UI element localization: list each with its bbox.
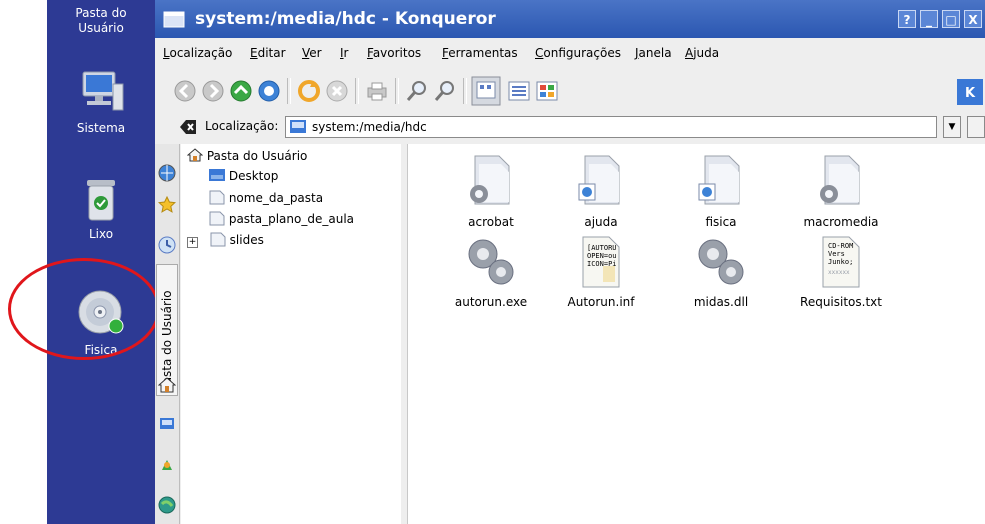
- svg-text:K: K: [965, 86, 976, 101]
- up-icon[interactable]: [229, 79, 253, 103]
- folder-html-icon: [698, 155, 740, 205]
- menu-ver[interactable]: Ver: [302, 46, 322, 60]
- network-globe-icon[interactable]: [158, 496, 176, 514]
- folder-icon: [209, 190, 225, 205]
- library-icon: [698, 239, 744, 285]
- desktop-home-label[interactable]: Pasta do Usuário: [47, 6, 155, 36]
- folder-icon: [209, 211, 225, 226]
- file-item[interactable]: fisica: [666, 154, 776, 229]
- tree-item-root[interactable]: Pasta do Usuário: [186, 148, 307, 163]
- history-icon[interactable]: [158, 236, 176, 254]
- tree-view-icon[interactable]: [535, 79, 559, 103]
- location-input[interactable]: system:/media/hdc: [285, 116, 937, 138]
- maximize-button[interactable]: □: [942, 10, 960, 28]
- toolbar-separator: [287, 78, 291, 104]
- tree-item-folder[interactable]: pasta_plano_de_aula: [209, 210, 354, 226]
- devices-icon[interactable]: [158, 414, 176, 432]
- close-button[interactable]: X: [964, 10, 982, 28]
- menu-ferramentas[interactable]: Ferramentas: [442, 46, 518, 60]
- menu-bar: Localização Editar Ver Ir Favoritos Ferr…: [155, 38, 985, 66]
- trash-icon: [87, 180, 115, 221]
- text-file-icon: [AUTORU OPEN=ou ICON=Pi: [582, 236, 620, 288]
- desktop-icon-lixo[interactable]: Lixo: [47, 178, 155, 241]
- folder-html-icon: [578, 155, 620, 205]
- folder-icon: [210, 232, 226, 247]
- main-toolbar: K: [155, 66, 985, 114]
- forward-icon[interactable]: [201, 79, 225, 103]
- tab-pasta-do-usuario[interactable]: Pasta do Usuário: [156, 264, 178, 396]
- sidebar-tree: Pasta do Usuário Desktop nome_da_pasta p…: [181, 144, 402, 524]
- folder-gear-icon: [470, 155, 510, 205]
- file-preview-line: xxxxxx: [828, 269, 850, 276]
- file-preview-line: Junko;: [828, 258, 853, 266]
- file-preview-line: ICON=Pi: [587, 260, 617, 268]
- toolbar-separator: [355, 78, 359, 104]
- desktop-icon: [209, 169, 225, 181]
- sidebar-tab-strip: Pasta do Usuário: [155, 144, 180, 524]
- kde-logo-icon[interactable]: K: [957, 79, 983, 105]
- drive-icon: [290, 120, 306, 133]
- file-preview-line: Vers: [828, 250, 845, 258]
- reload-icon[interactable]: [297, 79, 321, 103]
- file-item[interactable]: CD-ROM Vers Junko; xxxxxx Requisitos.txt: [786, 236, 896, 309]
- tree-item-folder[interactable]: nome_da_pasta: [209, 189, 323, 205]
- menu-localizacao[interactable]: Localização: [163, 46, 232, 60]
- konqueror-window: system:/media/hdc - Konqueror ? _ □ X Lo…: [155, 0, 985, 524]
- home-icon[interactable]: [257, 79, 281, 103]
- expand-icon[interactable]: +: [187, 237, 198, 248]
- file-preview-line: OPEN=ou: [587, 252, 617, 260]
- file-item[interactable]: [AUTORU OPEN=ou ICON=Pi Autorun.inf: [546, 236, 656, 309]
- folder-gear-icon: [820, 155, 860, 205]
- file-item[interactable]: autorun.exe: [436, 236, 546, 309]
- executable-icon: [468, 239, 514, 285]
- help-button[interactable]: ?: [898, 10, 916, 28]
- back-icon[interactable]: [173, 79, 197, 103]
- computer-icon: [82, 71, 124, 111]
- menu-favoritos[interactable]: Favoritos: [367, 46, 421, 60]
- file-item[interactable]: midas.dll: [666, 236, 776, 309]
- desktop-icon-sistema[interactable]: Sistema: [47, 70, 155, 135]
- clear-location-icon[interactable]: [179, 119, 197, 135]
- folder-window-icon: [163, 11, 185, 28]
- toolbar-separator: [463, 78, 467, 104]
- stop-icon[interactable]: [325, 79, 349, 103]
- file-icon-view: acrobat ajuda fisica macromedia autorun.…: [408, 144, 985, 524]
- text-file-icon: CD-ROM Vers Junko; xxxxxx: [822, 236, 860, 288]
- file-item[interactable]: acrobat: [436, 154, 546, 229]
- highlight-ring: [8, 258, 160, 360]
- window-title: system:/media/hdc - Konqueror: [195, 9, 496, 29]
- location-value: system:/media/hdc: [312, 120, 427, 134]
- list-view-icon[interactable]: [507, 79, 531, 103]
- bookmarks-globe-icon[interactable]: [158, 164, 176, 182]
- file-preview-line: [AUTORU: [587, 244, 617, 252]
- home-folder-icon: [158, 377, 176, 393]
- toolbar-separator: [395, 78, 399, 104]
- menu-ir[interactable]: Ir: [340, 46, 348, 60]
- file-item[interactable]: ajuda: [546, 154, 656, 229]
- location-label: Localização:: [205, 119, 279, 133]
- print-icon[interactable]: [365, 79, 389, 103]
- favorites-star-icon[interactable]: [158, 196, 176, 214]
- panel-splitter[interactable]: [401, 144, 408, 524]
- menu-configuracoes[interactable]: Configurações: [535, 46, 621, 60]
- menu-editar[interactable]: Editar: [250, 46, 286, 60]
- file-item[interactable]: macromedia: [786, 154, 896, 229]
- services-icon[interactable]: [158, 456, 176, 474]
- zoom-in-icon[interactable]: [405, 79, 429, 103]
- file-preview-line: CD-ROM: [828, 242, 853, 250]
- menu-janela[interactable]: Janela: [635, 46, 672, 60]
- zoom-out-icon[interactable]: [433, 79, 457, 103]
- window-titlebar[interactable]: system:/media/hdc - Konqueror ? _ □ X: [155, 0, 985, 38]
- tree-item-desktop[interactable]: Desktop: [209, 168, 278, 183]
- location-bar: Localização: system:/media/hdc ▼: [155, 114, 985, 140]
- minimize-button[interactable]: _: [920, 10, 938, 28]
- menu-ajuda[interactable]: Ajuda: [685, 46, 719, 60]
- location-dropdown-button[interactable]: ▼: [943, 116, 961, 138]
- icon-view-icon[interactable]: [471, 76, 501, 106]
- tree-item-folder[interactable]: + slides: [187, 231, 264, 248]
- go-button[interactable]: [967, 116, 985, 138]
- home-folder-icon: [186, 148, 204, 162]
